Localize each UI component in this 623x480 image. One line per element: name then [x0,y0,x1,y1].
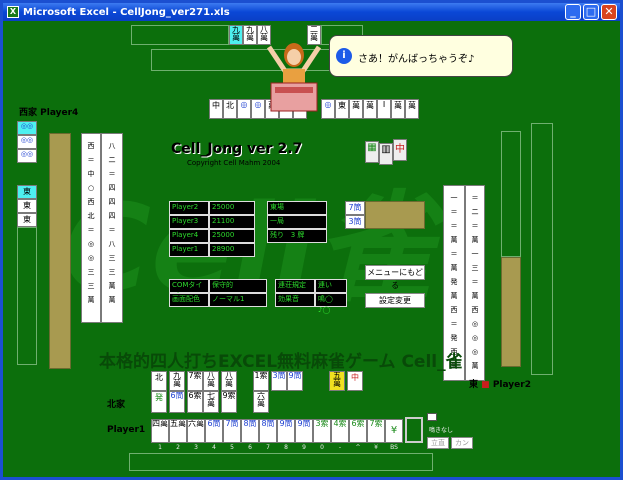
excel-window: X Microsoft Excel - CellJong_ver271.xls … [0,0,623,480]
dora-tile-2: 3筒 [345,215,365,229]
title-bar: X Microsoft Excel - CellJong_ver271.xls … [3,3,620,21]
tiles-logo-icon: ▦ ▥ 中 [363,135,409,167]
hand-tile[interactable]: 9筒 [295,419,313,443]
score-name-3: Player4 [169,229,209,243]
excel-icon: X [7,6,19,18]
change-settings-button[interactable]: 設定変更 [365,293,425,308]
minimize-button[interactable]: _ [565,4,581,20]
drawn-tile-slot[interactable] [405,417,423,443]
hand-tile[interactable]: 8筒 [259,419,277,443]
score-value-3: 25000 [209,229,255,243]
hand-tile[interactable]: 3索 [313,419,331,443]
north-player-label: 北家 [107,400,126,410]
hand-tile[interactable]: 四萬 [151,419,169,443]
tagline: 本格的四人打ちEXCEL無料麻雀ゲーム Cell_雀 [99,352,463,372]
tiles-remaining: 残り 3 牌 [267,229,327,243]
speech-text: さあ！がんばっちゃうぞ♪ [358,54,475,65]
hand-tile[interactable]: 六萬 [187,419,205,443]
window-title: Microsoft Excel - CellJong_ver271.xls [23,6,230,18]
girl-character-avatar [266,43,322,112]
stop-call-label: 鳴きなし [429,427,454,434]
hand-tile[interactable]: 6筒 [205,419,223,443]
west-player-label: 西家 Player4 [19,108,79,118]
hand-tile[interactable]: 9筒 [277,419,295,443]
game-title: Cell_Jong ver 2.7 [171,141,303,157]
round-hand: 一局 [267,215,327,229]
player1-discard-row [129,453,433,471]
info-icon: i [336,48,352,64]
stop-call-checkbox[interactable] [427,413,437,421]
round-wind: 東場 [267,201,327,215]
mahjong-table: Cell雀 九萬 九萬 八萬 二萬 中 北 ◎ ◎ 萬 萬 中 ◎ 東 萬 萬 … [3,21,620,477]
east-player-label: 東 ■ Player2 [469,380,531,390]
hand-tile[interactable]: 4索 [331,419,349,443]
hand-tile[interactable]: ¥ [385,419,403,443]
riichi-button[interactable]: 立直 [427,437,449,449]
score-value-4: 28900 [209,243,255,257]
speech-bubble: i さあ！がんばっちゃうぞ♪ [329,35,513,77]
hand-tile[interactable]: 五萬 [169,419,187,443]
copyright-text: Copyright Cell Mahm 2004 [187,159,281,167]
maximize-button[interactable]: □ [583,4,599,20]
score-value-1: 25000 [209,201,255,215]
score-name-4: Player1 [169,243,209,257]
kan-button[interactable]: カン [451,437,473,449]
player1-label: Player1 [107,425,146,435]
back-to-menu-button[interactable]: メニューにもどる [365,265,425,290]
dora-tile-1: 7筒 [345,201,365,215]
hand-tile[interactable]: 7索 [367,419,385,443]
score-name-1: Player2 [169,201,209,215]
hand-tile[interactable]: 8筒 [241,419,259,443]
hand-tile[interactable]: 6索 [349,419,367,443]
score-value-2: 21100 [209,215,255,229]
close-button[interactable]: ✕ [601,4,617,20]
score-name-2: Player3 [169,215,209,229]
hand-tile[interactable]: 7筒 [223,419,241,443]
